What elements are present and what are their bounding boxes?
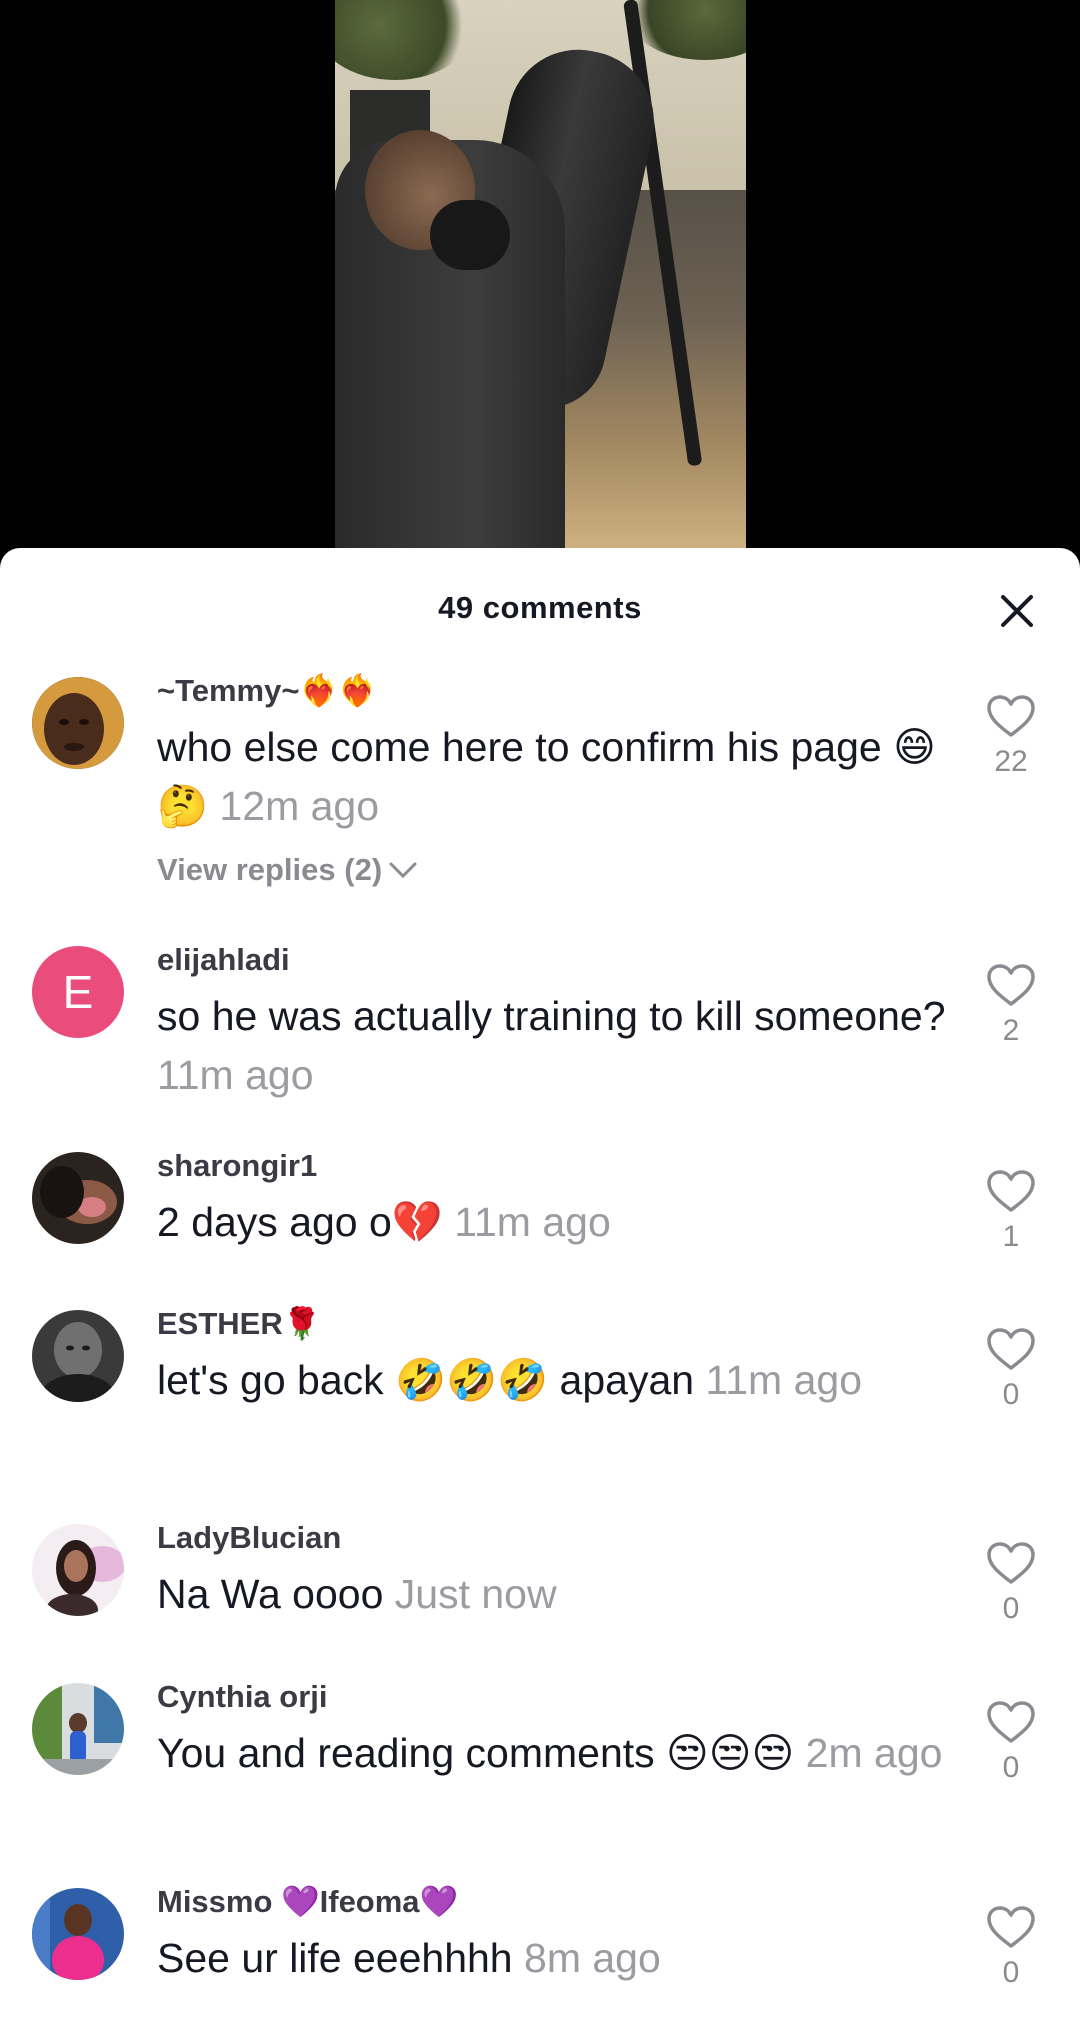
heart-icon: [987, 1701, 1035, 1743]
comment-time: Just now: [394, 1571, 557, 1617]
comment-username[interactable]: LadyBlucian: [157, 1519, 947, 1557]
view-replies-button[interactable]: View replies (2): [157, 852, 418, 888]
video-frame: [335, 0, 746, 560]
like-count: 1: [1002, 1220, 1020, 1253]
avatar[interactable]: [32, 1683, 124, 1775]
heart-icon: [987, 1906, 1035, 1948]
comment-time: 11m ago: [705, 1357, 862, 1403]
comments-count-title: 49 comments: [438, 590, 642, 625]
comment-body: Na Wa oooo: [157, 1571, 384, 1617]
like-button[interactable]: 0: [980, 1700, 1042, 1785]
comment-username[interactable]: Missmo 💜Ifeoma💜: [157, 1883, 947, 1921]
avatar-photo: [32, 1310, 124, 1402]
chevron-down-icon: [389, 862, 417, 879]
comment-text: who else come here to confirm his page 😄…: [157, 718, 947, 836]
comment-username[interactable]: elijahladi: [157, 941, 947, 979]
avatar[interactable]: [32, 1310, 124, 1402]
heart-icon: [987, 1170, 1035, 1212]
avatar-photo: [32, 1524, 124, 1616]
comment-time: 2m ago: [805, 1730, 943, 1776]
comment-username[interactable]: ~Temmy~❤️‍🔥❤️‍🔥: [157, 672, 947, 710]
like-count: 0: [1002, 1751, 1020, 1784]
view-replies-label: View replies (2): [157, 852, 383, 887]
avatar-photo: [32, 1152, 124, 1244]
comment-time: 11m ago: [454, 1199, 611, 1245]
avatar[interactable]: E: [32, 946, 124, 1038]
avatar-photo: [32, 1683, 124, 1775]
comment-body: You and reading comments 😒😒😒: [157, 1730, 795, 1776]
like-button[interactable]: 0: [980, 1905, 1042, 1990]
comment-text: See ur life eeehhhh 8m ago: [157, 1929, 947, 1988]
close-button[interactable]: [992, 586, 1042, 636]
avatar[interactable]: [32, 1524, 124, 1616]
avatar-photo: [32, 1888, 124, 1980]
like-button[interactable]: 0: [980, 1541, 1042, 1626]
comment-text: so he was actually training to kill some…: [157, 987, 947, 1105]
comments-sheet: 49 comments ~Temmy~❤️‍🔥❤️‍🔥 who else com…: [0, 548, 1080, 2019]
comment-text: You and reading comments 😒😒😒 2m ago: [157, 1724, 947, 1783]
heart-icon: [987, 695, 1035, 737]
video-player[interactable]: [0, 0, 1080, 560]
comment-time: 8m ago: [524, 1935, 661, 1981]
comment-body: See ur life eeehhhh: [157, 1935, 513, 1981]
like-button[interactable]: 0: [980, 1327, 1042, 1412]
comment-text: let's go back 🤣🤣🤣 apayan 11m ago: [157, 1351, 947, 1410]
heart-icon: [987, 964, 1035, 1006]
comment-body: so he was actually training to kill some…: [157, 993, 946, 1039]
like-count: 2: [1002, 1014, 1020, 1047]
heart-icon: [987, 1328, 1035, 1370]
comment-username[interactable]: Cynthia orji: [157, 1678, 947, 1716]
like-count: 0: [1002, 1378, 1020, 1411]
like-count: 22: [994, 745, 1028, 778]
like-count: 0: [1002, 1956, 1020, 1989]
avatar[interactable]: [32, 677, 124, 769]
comment-time: 11m ago: [157, 1052, 314, 1098]
comment-time: 12m ago: [219, 783, 380, 829]
comment-text: 2 days ago o💔 11m ago: [157, 1193, 947, 1252]
comments-header: 49 comments: [0, 548, 1080, 672]
avatar-letter: E: [62, 966, 94, 1018]
avatar-photo: [32, 677, 124, 769]
heart-icon: [987, 1542, 1035, 1584]
comment-text: Na Wa oooo Just now: [157, 1565, 947, 1624]
like-button[interactable]: 2: [980, 963, 1042, 1048]
close-icon: [1001, 595, 1033, 627]
comment-username[interactable]: ESTHER🌹: [157, 1305, 947, 1343]
video-boxing-glove: [430, 200, 510, 270]
comment-username[interactable]: sharongir1: [157, 1147, 947, 1185]
like-button[interactable]: 1: [980, 1169, 1042, 1254]
avatar[interactable]: [32, 1888, 124, 1980]
like-button[interactable]: 22: [980, 694, 1042, 779]
comment-body: 2 days ago o💔: [157, 1199, 443, 1245]
comment-body: let's go back 🤣🤣🤣 apayan: [157, 1357, 695, 1403]
avatar[interactable]: [32, 1152, 124, 1244]
like-count: 0: [1002, 1592, 1020, 1625]
